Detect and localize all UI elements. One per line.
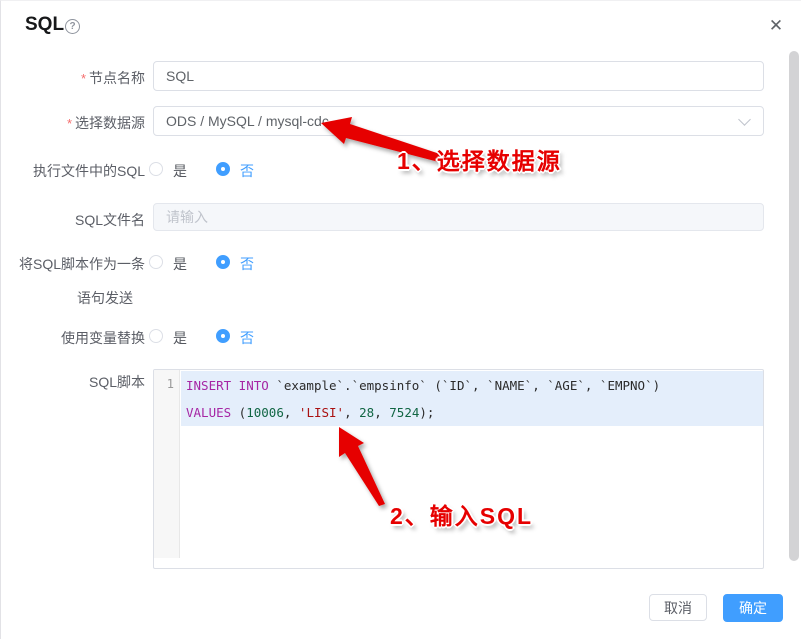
node-name-input[interactable] (153, 61, 764, 91)
exec-file-sql-radio-no-label[interactable]: 否 (240, 161, 254, 181)
chevron-down-icon (738, 113, 751, 126)
variable-replace-radio-yes[interactable] (149, 329, 163, 343)
code-line-1: INSERT INTO `example`.`empsinfo` (`ID`, … (186, 372, 759, 399)
editor-gutter: 1 (154, 370, 180, 558)
datasource-select[interactable]: ODS / MySQL / mysql-cdc (153, 106, 764, 136)
single-statement-radio-no[interactable] (216, 255, 230, 269)
single-statement-radio-yes[interactable] (149, 255, 163, 269)
annotation-step1: 1、选择数据源 (397, 142, 562, 176)
exec-file-sql-radio-no[interactable] (216, 162, 230, 176)
sql-script-label: SQL脚本 (89, 372, 145, 392)
datasource-selected-value: ODS / MySQL / mysql-cdc (166, 107, 329, 135)
sql-filename-input[interactable] (153, 203, 764, 231)
confirm-button[interactable]: 确定 (723, 594, 783, 622)
required-asterisk: * (81, 71, 86, 86)
sql-filename-label: SQL文件名 (75, 210, 145, 230)
radio-dot (221, 260, 225, 264)
variable-replace-label: 使用变量替换 (61, 328, 145, 348)
variable-replace-radio-no-label[interactable]: 否 (240, 328, 254, 348)
single-statement-radio-yes-label[interactable]: 是 (173, 254, 187, 274)
help-icon[interactable]: ? (65, 19, 80, 34)
sql-node-dialog: SQL ? ✕ *节点名称 *选择数据源 ODS / MySQL / mysql… (0, 0, 801, 639)
code-line-1-wrap: VALUES (10006, 'LISI', 28, 7524); (186, 399, 759, 426)
cancel-button[interactable]: 取消 (649, 594, 707, 621)
line-number: 1 (167, 377, 174, 391)
sql-code-editor[interactable]: 1 INSERT INTO `example`.`empsinfo` (`ID`… (153, 369, 764, 569)
required-asterisk: * (67, 116, 72, 131)
exec-file-sql-radio-yes[interactable] (149, 162, 163, 176)
variable-replace-radio-yes-label[interactable]: 是 (173, 328, 187, 348)
variable-replace-radio-no[interactable] (216, 329, 230, 343)
sql-code-content[interactable]: INSERT INTO `example`.`empsinfo` (`ID`, … (186, 372, 759, 426)
close-icon[interactable]: ✕ (765, 15, 787, 37)
single-statement-label-line1: 将SQL脚本作为一条 (19, 254, 145, 274)
node-name-label: *节点名称 (81, 68, 145, 88)
radio-dot (221, 334, 225, 338)
radio-dot (221, 167, 225, 171)
annotation-step2: 2、输入SQL (390, 497, 533, 531)
exec-file-sql-radio-yes-label[interactable]: 是 (173, 161, 187, 181)
dialog-title: SQL (25, 14, 64, 36)
datasource-label: *选择数据源 (67, 113, 145, 133)
vertical-scrollbar[interactable] (789, 51, 799, 561)
single-statement-label-line2: 语句发送 (77, 288, 133, 308)
exec-file-sql-label: 执行文件中的SQL (33, 161, 145, 181)
single-statement-radio-no-label[interactable]: 否 (240, 254, 254, 274)
